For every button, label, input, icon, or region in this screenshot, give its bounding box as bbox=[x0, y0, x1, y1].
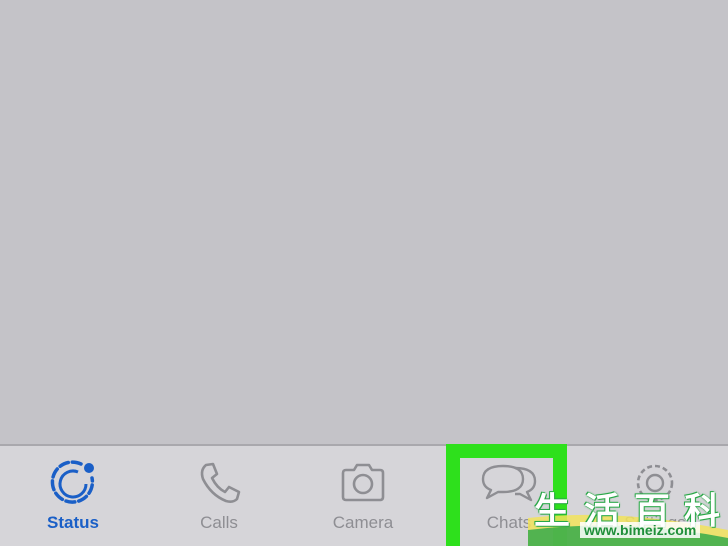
tab-bar: Status Calls Camera Chats Settings bbox=[0, 444, 728, 546]
phone-icon bbox=[196, 458, 242, 508]
tab-camera[interactable]: Camera bbox=[290, 446, 436, 546]
tab-calls-label: Calls bbox=[200, 513, 238, 532]
tab-chats-label: Chats bbox=[486, 513, 532, 532]
tab-status[interactable]: Status bbox=[0, 446, 146, 546]
camera-icon bbox=[338, 458, 388, 508]
status-ring-icon bbox=[48, 458, 98, 508]
tab-chats[interactable]: Chats bbox=[436, 446, 582, 546]
tab-camera-label: Camera bbox=[332, 513, 394, 532]
tab-status-label: Status bbox=[47, 513, 99, 532]
tab-settings-label: Settings bbox=[624, 513, 686, 532]
tab-calls[interactable]: Calls bbox=[146, 446, 292, 546]
chat-bubbles-icon bbox=[479, 458, 539, 508]
content-area bbox=[0, 0, 728, 444]
gear-icon bbox=[630, 458, 680, 508]
tab-settings[interactable]: Settings bbox=[582, 446, 728, 546]
